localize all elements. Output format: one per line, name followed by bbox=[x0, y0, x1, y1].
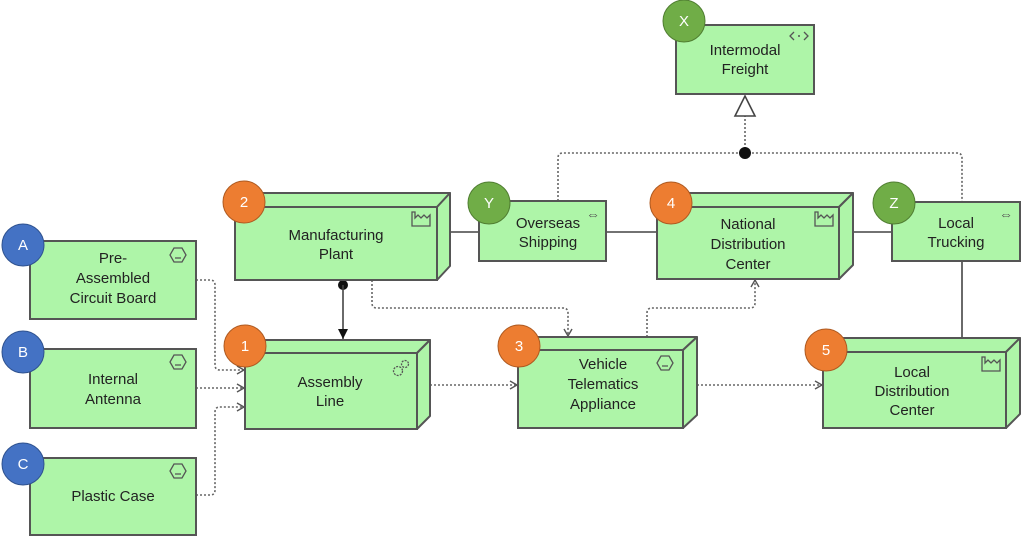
node-assembly-line[interactable]: Assembly Line bbox=[244, 339, 431, 430]
node-label: Trucking bbox=[928, 234, 985, 251]
node-label: Center bbox=[889, 402, 934, 419]
badge-z: Z bbox=[872, 181, 916, 225]
node-label: Intermodal bbox=[710, 42, 781, 59]
svg-text:Y: Y bbox=[484, 195, 494, 212]
node-label: Shipping bbox=[519, 234, 577, 251]
node-label: Vehicle bbox=[579, 356, 627, 373]
archimate-diagram: Intermodal Freight Manufacturing Plant ⇔… bbox=[1, 0, 1021, 536]
node-label: National bbox=[720, 216, 775, 233]
node-label: Assembled bbox=[76, 270, 150, 287]
node-label: Line bbox=[316, 393, 344, 410]
node-label: Plant bbox=[319, 246, 354, 263]
node-circuit-board[interactable]: Pre- Assembled Circuit Board bbox=[29, 240, 197, 320]
node-label: Overseas bbox=[516, 215, 580, 232]
badge-x: X bbox=[662, 0, 706, 43]
node-plastic-case[interactable]: Plastic Case bbox=[29, 457, 197, 536]
svg-text:Z: Z bbox=[889, 195, 898, 212]
badge-3: 3 bbox=[497, 324, 541, 368]
node-label: Pre- bbox=[99, 250, 127, 267]
badge-2: 2 bbox=[222, 180, 266, 224]
node-label: Local bbox=[894, 364, 930, 381]
node-label: Circuit Board bbox=[70, 290, 157, 307]
flow-manufacturing-telematics[interactable] bbox=[371, 280, 573, 338]
svg-text:C: C bbox=[18, 456, 29, 473]
node-label: Distribution bbox=[874, 383, 949, 400]
path-icon: ⇔ bbox=[999, 206, 1013, 222]
realization-arrowhead bbox=[733, 94, 757, 117]
badge-5: 5 bbox=[804, 328, 848, 372]
flow-telematics-national[interactable] bbox=[646, 278, 760, 337]
node-label: Appliance bbox=[570, 396, 636, 413]
node-manufacturing-plant[interactable]: Manufacturing Plant bbox=[234, 192, 451, 281]
node-label: Manufacturing bbox=[288, 227, 383, 244]
svg-text:B: B bbox=[18, 344, 28, 361]
node-label: Plastic Case bbox=[71, 488, 154, 505]
svg-text:3: 3 bbox=[515, 338, 523, 355]
svg-text:5: 5 bbox=[822, 342, 830, 359]
badge-y: Y bbox=[467, 181, 511, 225]
node-local-distribution-center[interactable]: Local Distribution Center bbox=[822, 337, 1021, 429]
badge-4: 4 bbox=[649, 181, 693, 225]
node-label: Local bbox=[938, 215, 974, 232]
node-label: Antenna bbox=[85, 391, 142, 408]
badge-a: A bbox=[1, 223, 45, 267]
flow-case-assembly[interactable] bbox=[196, 402, 246, 496]
junction-dot bbox=[739, 147, 751, 159]
node-label: Telematics bbox=[568, 376, 639, 393]
node-label: Assembly bbox=[297, 374, 363, 391]
node-internal-antenna[interactable]: Internal Antenna bbox=[29, 348, 197, 429]
badge-c: C bbox=[1, 442, 45, 486]
badge-b: B bbox=[1, 330, 45, 374]
svg-text:A: A bbox=[18, 237, 28, 254]
node-vehicle-telematics-appliance[interactable]: Vehicle Telematics Appliance bbox=[517, 336, 698, 429]
connections bbox=[196, 94, 963, 496]
node-label: Center bbox=[725, 256, 770, 273]
node-label: Internal bbox=[88, 371, 138, 388]
svg-text:1: 1 bbox=[241, 338, 249, 355]
node-label: Freight bbox=[722, 61, 770, 78]
node-label: Distribution bbox=[710, 236, 785, 253]
svg-text:2: 2 bbox=[240, 194, 248, 211]
svg-text:X: X bbox=[679, 13, 689, 30]
path-icon: ⇔ bbox=[586, 206, 600, 222]
svg-text:4: 4 bbox=[667, 195, 675, 212]
badge-1: 1 bbox=[223, 324, 267, 368]
